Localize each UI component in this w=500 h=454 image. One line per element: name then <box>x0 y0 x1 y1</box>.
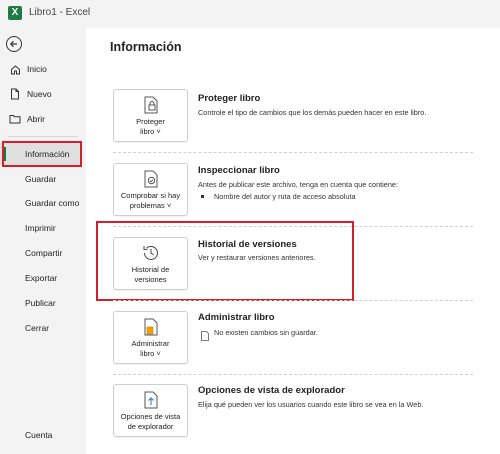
manage-workbook-label: Administrar libro ˅ <box>131 339 170 358</box>
section-divider <box>113 152 473 153</box>
home-icon <box>9 63 21 75</box>
sidebar-item-label: Exportar <box>25 273 58 283</box>
protect-workbook-label: Proteger libro ˅ <box>136 117 165 136</box>
sidebar-item-label: Compartir <box>25 248 63 258</box>
section-divider <box>113 374 473 375</box>
sidebar-divider <box>8 136 78 137</box>
new-document-icon <box>9 88 21 100</box>
sidebar-item-cuenta[interactable]: Cuenta <box>0 424 86 446</box>
sidebar-item-publicar[interactable]: Publicar <box>0 292 86 314</box>
sidebar-item-guardar[interactable]: Guardar <box>0 168 86 190</box>
highlight-box <box>96 221 354 301</box>
protect-lock-icon <box>141 95 161 115</box>
inspect-bullet-item: Nombre del autor y ruta de acceso absolu… <box>201 192 356 201</box>
sidebar-item-label: Imprimir <box>25 223 56 233</box>
browser-view-icon <box>141 390 161 410</box>
excel-logo-icon <box>8 6 22 20</box>
document-info-icon <box>200 328 210 341</box>
open-folder-icon <box>9 113 21 125</box>
manage-workbook-icon <box>141 317 161 337</box>
inspect-workbook-title: Inspeccionar libro <box>198 165 280 176</box>
browser-view-options-title: Opciones de vista de explorador <box>198 385 345 396</box>
browser-view-options-label: Opciones de vista de explorador <box>120 412 181 431</box>
sidebar-item-label: Publicar <box>25 298 56 308</box>
highlight-box <box>2 141 82 167</box>
sidebar-item-label: Guardar como <box>25 198 80 208</box>
sidebar-item-label: Guardar <box>25 174 57 184</box>
sidebar-item-abrir[interactable]: Abrir <box>0 108 86 130</box>
inspect-workbook-description: Antes de publicar este archivo, tenga en… <box>198 180 398 189</box>
info-panel: Información Proteger libro ˅ Proteger li… <box>86 28 500 454</box>
sidebar-item-label: Cerrar <box>25 323 50 333</box>
title-bar: Libro1 - Excel <box>0 0 500 28</box>
manage-workbook-title: Administrar libro <box>198 312 275 323</box>
sidebar-item-exportar[interactable]: Exportar <box>0 267 86 289</box>
check-issues-label: Comprobar si hay problemas ˅ <box>120 191 181 210</box>
window-title: Libro1 - Excel <box>29 7 91 18</box>
protect-workbook-title: Proteger libro <box>198 93 261 104</box>
backstage-sidebar: Inicio Nuevo Abrir Información Guardar G… <box>0 28 86 454</box>
sidebar-item-label: Inicio <box>27 64 47 74</box>
browser-view-options-button[interactable]: Opciones de vista de explorador <box>113 384 188 437</box>
back-arrow-icon[interactable] <box>6 36 22 52</box>
sidebar-item-label: Nuevo <box>27 89 52 99</box>
protect-workbook-button[interactable]: Proteger libro ˅ <box>113 89 188 142</box>
sidebar-item-inicio[interactable]: Inicio <box>0 58 86 80</box>
sidebar-item-label: Cuenta <box>25 430 53 440</box>
page-title: Información <box>110 40 182 54</box>
inspect-document-icon <box>141 169 161 189</box>
sidebar-item-imprimir[interactable]: Imprimir <box>0 217 86 239</box>
sidebar-item-cerrar[interactable]: Cerrar <box>0 317 86 339</box>
section-divider <box>113 300 473 301</box>
check-issues-button[interactable]: Comprobar si hay problemas ˅ <box>113 163 188 216</box>
sidebar-item-nuevo[interactable]: Nuevo <box>0 83 86 105</box>
protect-workbook-description: Controle el tipo de cambios que los demá… <box>198 108 427 117</box>
manage-workbook-description: No existen cambios sin guardar. <box>214 328 318 337</box>
sidebar-item-compartir[interactable]: Compartir <box>0 242 86 264</box>
sidebar-item-label: Abrir <box>27 114 45 124</box>
browser-view-options-description: Elija qué pueden ver los usuarios cuando… <box>198 400 424 409</box>
manage-workbook-button[interactable]: Administrar libro ˅ <box>113 311 188 364</box>
sidebar-item-guardar-como[interactable]: Guardar como <box>0 192 86 214</box>
